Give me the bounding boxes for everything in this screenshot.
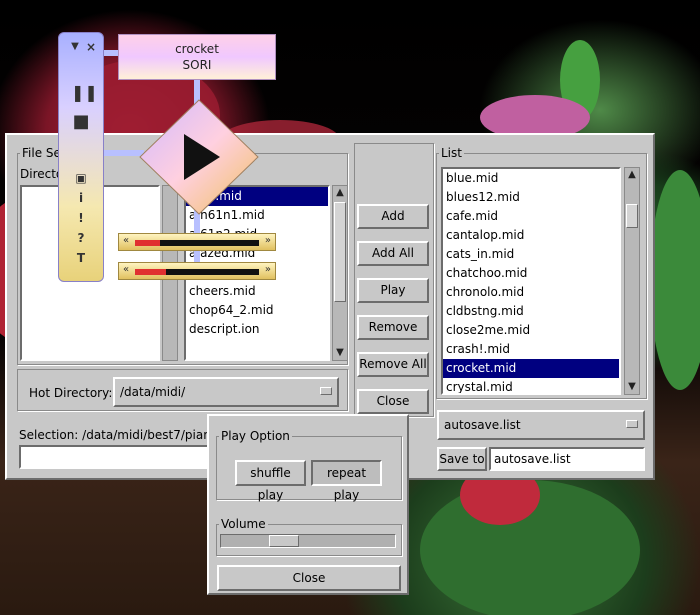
player-volume-fill (135, 269, 166, 275)
player-control-panel: ▼ × ❚❚ ■ ▣ i ! ? T (58, 32, 104, 282)
remove-all-button[interactable]: Remove All (357, 352, 429, 377)
volume-label: Volume (219, 517, 268, 531)
list-file-dropdown[interactable]: autosave.list (437, 410, 645, 440)
song-display: crocket SORI (118, 34, 276, 80)
file-list-item[interactable]: chop64_2.mid (186, 301, 328, 320)
background-shape (650, 170, 700, 390)
file-list-item[interactable]: descript.ion (186, 320, 328, 339)
progress-fill (135, 240, 160, 246)
playlist[interactable]: blue.mid blues12.mid cafe.mid cantalop.m… (441, 167, 621, 395)
play-option-window: Play Option shuffle play repeat play Vol… (207, 414, 409, 595)
playlist-item[interactable]: blue.mid (443, 169, 619, 188)
warning-icon[interactable]: ! (71, 211, 91, 225)
selection-input[interactable] (19, 445, 209, 469)
hot-directory-dropdown[interactable]: /data/midi/ (113, 377, 339, 407)
scroll-thumb[interactable] (626, 204, 638, 228)
hot-directory-label: Hot Directory: (29, 386, 113, 400)
directory-label: Directo (20, 167, 64, 181)
scroll-down-icon[interactable]: ▼ (334, 347, 346, 359)
play-option-label: Play Option (219, 429, 292, 443)
playlist-item[interactable]: cantalop.mid (443, 226, 619, 245)
help-icon[interactable]: ? (71, 231, 91, 245)
volume-up-icon[interactable]: » (265, 264, 271, 275)
add-button[interactable]: Add (357, 204, 429, 229)
rewind-icon[interactable]: « (123, 235, 129, 246)
pause-icon[interactable]: ❚❚ (71, 83, 98, 102)
playlist-scrollbar[interactable]: ▲ ▼ (624, 167, 640, 395)
play-icon[interactable] (138, 98, 260, 216)
file-selector-label: File Se (20, 146, 63, 160)
play-button[interactable]: Play (357, 278, 429, 303)
playlist-icon[interactable]: ▣ (71, 171, 91, 185)
hot-directory-value: /data/midi/ (120, 385, 186, 399)
playlist-item[interactable]: cats_in.mid (443, 245, 619, 264)
playlist-item[interactable]: cldbstng.mid (443, 302, 619, 321)
shuffle-play-button[interactable]: shuffle play (235, 460, 306, 502)
info-icon[interactable]: i (71, 191, 91, 205)
add-all-button[interactable]: Add All (357, 241, 429, 266)
volume-slider-thumb[interactable] (269, 535, 299, 547)
text-icon[interactable]: T (71, 251, 91, 265)
playlist-item[interactable]: crystal.mid (443, 378, 619, 393)
playlist-item[interactable]: blues12.mid (443, 188, 619, 207)
volume-slider[interactable] (220, 534, 396, 548)
scroll-down-icon[interactable]: ▼ (626, 381, 638, 393)
forward-icon[interactable]: » (265, 235, 271, 246)
close-button[interactable]: Close (357, 389, 429, 414)
list-label: List (439, 146, 464, 160)
save-to-input[interactable]: autosave.list (489, 447, 645, 471)
playlist-item[interactable]: chatchoo.mid (443, 264, 619, 283)
song-title: crocket (175, 42, 219, 56)
song-artist: SORI (182, 58, 212, 72)
stop-icon[interactable]: ■ (71, 111, 91, 132)
scroll-up-icon[interactable]: ▲ (626, 169, 638, 181)
dropdown-icon (320, 387, 332, 395)
selection-label: Selection: /data/midi/best7/piano (19, 428, 219, 442)
scroll-thumb[interactable] (334, 202, 346, 302)
playlist-item[interactable]: close2me.mid (443, 321, 619, 340)
playlist-item[interactable]: crash!.mid (443, 340, 619, 359)
close-icon[interactable]: × (81, 40, 101, 54)
repeat-play-button[interactable]: repeat play (311, 460, 382, 502)
list-file-value: autosave.list (444, 418, 521, 432)
playlist-item-selected[interactable]: crocket.mid (443, 359, 619, 378)
file-list-item[interactable]: cheers.mid (186, 282, 328, 301)
remove-button[interactable]: Remove (357, 315, 429, 340)
playlist-item[interactable]: chronolo.mid (443, 283, 619, 302)
play-option-close-button[interactable]: Close (217, 565, 401, 591)
playlist-item[interactable]: cafe.mid (443, 207, 619, 226)
scroll-up-icon[interactable]: ▲ (334, 187, 346, 199)
volume-down-icon[interactable]: « (123, 264, 129, 275)
player-volume-bar[interactable]: « » (118, 262, 276, 280)
dropdown-icon (626, 420, 638, 428)
progress-bar[interactable]: « » (118, 233, 276, 251)
save-to-button[interactable]: Save to (437, 447, 487, 471)
file-list-scrollbar[interactable]: ▲ ▼ (332, 185, 348, 361)
